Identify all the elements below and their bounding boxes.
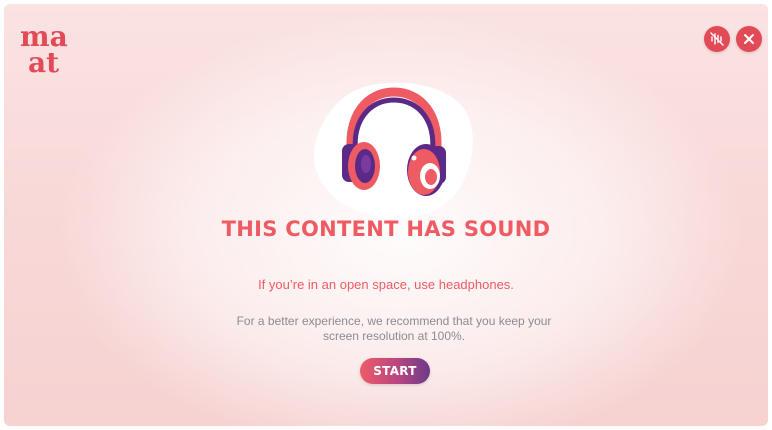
sound-notice-screen: ma at THIS CONTENT HAS SOUND If you’re i… [4, 4, 768, 426]
sound-wave-off-icon [710, 32, 724, 46]
maat-logo: ma at [18, 20, 78, 80]
svg-text:at: at [28, 46, 59, 79]
close-button[interactable] [736, 26, 762, 52]
headphones-icon [342, 87, 446, 196]
headphones-tip: If you’re in an open space, use headphon… [258, 277, 514, 292]
sound-toggle-button[interactable] [704, 26, 730, 52]
resolution-note-line-1: For a better experience, we recommend th… [236, 314, 552, 328]
start-button[interactable]: START [360, 358, 430, 384]
page-title: THIS CONTENT HAS SOUND [221, 217, 551, 241]
resolution-note: For a better experience, we recommend th… [184, 314, 604, 344]
top-controls [704, 26, 762, 52]
resolution-note-line-2: screen resolution at 100%. [322, 329, 466, 343]
close-icon [744, 34, 754, 44]
